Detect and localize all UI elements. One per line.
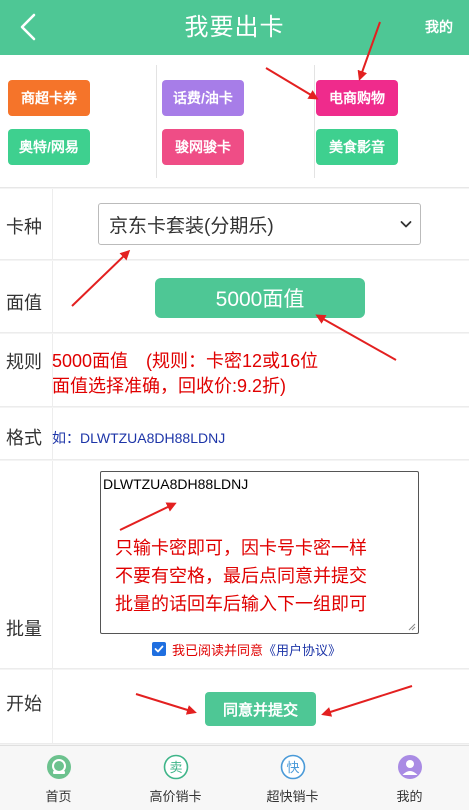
tab-home[interactable]: 首页	[0, 746, 117, 810]
card-type-select[interactable]: 京东卡套装(分期乐)	[98, 203, 421, 245]
row-divider	[52, 261, 53, 332]
row-divider	[52, 670, 53, 743]
agreement-row: 我已阅读并同意 《用户协议》	[152, 640, 341, 659]
category-button-junnet[interactable]: 骏网骏卡	[162, 129, 244, 165]
batch-textarea-value: DLWTZUA8DH88LDNJ	[103, 476, 249, 492]
category-button-ecommerce[interactable]: 电商购物	[316, 80, 398, 116]
header-bar: 我要出卡 我的	[0, 0, 469, 55]
card-type-row: 卡种 京东卡套装(分期乐)	[0, 189, 469, 260]
denomination-label: 面值	[6, 293, 42, 313]
denomination-row: 面值 5000面值	[0, 261, 469, 333]
tab-mine[interactable]: 我的	[351, 746, 468, 810]
rules-row: 规则 5000面值 (规则：卡密12或16位 面值选择准确，回收价:9.2折)	[0, 334, 469, 407]
home-icon	[47, 755, 71, 779]
row-divider	[52, 189, 53, 259]
format-label: 格式	[6, 428, 42, 448]
category-button-mall-cards[interactable]: 商超卡券	[8, 80, 90, 116]
tab-high-price[interactable]: 卖 高价销卡	[117, 746, 234, 810]
batch-row: 批量 DLWTZUA8DH88LDNJ 只输卡密即可，因卡号卡密一样 不要有空格…	[0, 461, 469, 669]
card-type-label: 卡种	[6, 217, 42, 237]
svg-text:卖: 卖	[169, 761, 182, 776]
tab-mine-label: 我的	[396, 789, 423, 804]
user-agreement-link[interactable]: 《用户协议》	[263, 640, 341, 659]
format-example: 如：DLWTZUA8DH88LDNJ	[52, 430, 226, 446]
batch-note-line-2: 不要有空格，最后点同意并提交	[115, 566, 367, 586]
resize-grip-icon[interactable]	[408, 623, 416, 631]
format-row: 格式 如：DLWTZUA8DH88LDNJ	[0, 408, 469, 460]
fast-icon: 快	[280, 754, 306, 780]
checkmark-icon	[154, 645, 164, 653]
sell-icon: 卖	[163, 754, 189, 780]
card-type-selected-value: 京东卡套装(分期乐)	[109, 215, 274, 237]
tab-home-label: 首页	[45, 789, 72, 804]
category-button-ultra-netease[interactable]: 奥特/网易	[8, 129, 90, 165]
rules-label: 规则	[6, 352, 42, 372]
category-button-phone-fuel[interactable]: 话费/油卡	[162, 80, 244, 116]
chevron-down-icon	[400, 221, 412, 228]
batch-note-line-1: 只输卡密即可，因卡号卡密一样	[115, 538, 367, 558]
rules-text-line-2: 面值选择准确，回收价:9.2折)	[52, 376, 287, 396]
tab-fast-sell-label: 超快销卡	[266, 789, 319, 804]
tab-high-price-label: 高价销卡	[149, 789, 202, 804]
denomination-button[interactable]: 5000面值	[155, 278, 365, 318]
batch-textarea[interactable]: DLWTZUA8DH88LDNJ 只输卡密即可，因卡号卡密一样 不要有空格，最后…	[100, 471, 419, 634]
batch-label: 批量	[6, 619, 42, 639]
header-mine-link[interactable]: 我的	[425, 0, 453, 55]
start-row: 开始 同意并提交	[0, 670, 469, 744]
page-title: 我要出卡	[184, 14, 285, 41]
category-panel: 商超卡券 话费/油卡 电商购物 奥特/网易 骏网骏卡 美食影音	[0, 55, 469, 188]
agreement-checkbox[interactable]	[152, 642, 166, 656]
user-icon	[398, 755, 422, 779]
batch-note-line-3: 批量的话回车后输入下一组即可	[115, 594, 367, 614]
svg-text:快: 快	[286, 761, 299, 776]
row-divider	[52, 461, 53, 668]
category-divider	[156, 65, 157, 178]
bottom-tab-bar: 首页 卖 高价销卡 快 超快销卡 我的	[0, 745, 469, 810]
agreement-text: 我已阅读并同意	[172, 642, 264, 658]
submit-button[interactable]: 同意并提交	[205, 692, 316, 726]
category-divider	[314, 65, 315, 178]
start-label: 开始	[6, 694, 42, 714]
category-button-food-media[interactable]: 美食影音	[316, 129, 398, 165]
tab-fast-sell[interactable]: 快 超快销卡	[234, 746, 351, 810]
rules-text-line-1: 5000面值 (规则：卡密12或16位	[52, 351, 319, 371]
